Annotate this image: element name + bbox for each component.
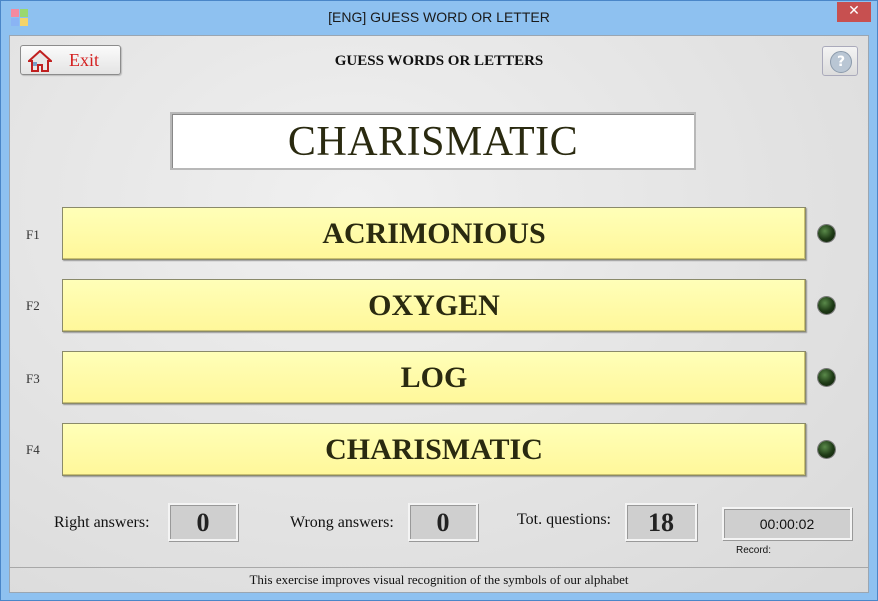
total-questions-label: Tot. questions: [517, 511, 611, 528]
answer-label: LOG [400, 361, 468, 394]
status-bar-text: This exercise improves visual recognitio… [249, 572, 629, 587]
title-bar: [ENG] GUESS WORD OR LETTER ✕ [1, 1, 877, 35]
answer-label: CHARISMATIC [325, 433, 543, 466]
indicator-led-4 [818, 441, 835, 458]
right-answers-value: 0 [168, 503, 238, 541]
close-icon: ✕ [848, 3, 860, 19]
wrong-answers-label: Wrong answers: [290, 514, 394, 531]
target-word-box: CHARISMATIC [170, 112, 696, 170]
key-hint-f3: F3 [26, 371, 40, 386]
target-word: CHARISMATIC [287, 119, 579, 165]
key-hint-f2: F2 [26, 298, 40, 313]
main-panel: Exit GUESS WORDS OR LETTERS ? CHARISMATI… [9, 35, 869, 593]
answer-button-4[interactable]: CHARISMATIC [62, 423, 806, 476]
window-title: [ENG] GUESS WORD OR LETTER [328, 9, 550, 25]
right-answers-label: Right answers: [54, 514, 150, 531]
answer-button-2[interactable]: OXYGEN [62, 279, 806, 332]
help-button[interactable]: ? [822, 46, 858, 76]
timer-display: 00:00:02 [722, 507, 852, 540]
help-icon: ? [830, 51, 852, 73]
app-window: [ENG] GUESS WORD OR LETTER ✕ Exit GUESS … [0, 0, 878, 601]
total-questions-value: 18 [625, 503, 697, 541]
answer-label: ACRIMONIOUS [322, 217, 546, 250]
key-hint-f1: F1 [26, 227, 40, 242]
wrong-answers-value: 0 [408, 503, 478, 541]
indicator-led-3 [818, 369, 835, 386]
answer-button-3[interactable]: LOG [62, 351, 806, 404]
indicator-led-1 [818, 225, 835, 242]
answer-label: OXYGEN [368, 289, 500, 322]
answer-button-1[interactable]: ACRIMONIOUS [62, 207, 806, 260]
close-button[interactable]: ✕ [837, 2, 871, 22]
record-label: Record: [736, 545, 772, 556]
indicator-led-2 [818, 297, 835, 314]
page-title: GUESS WORDS OR LETTERS [334, 53, 544, 69]
status-divider [10, 567, 868, 568]
key-hint-f4: F4 [26, 442, 40, 457]
